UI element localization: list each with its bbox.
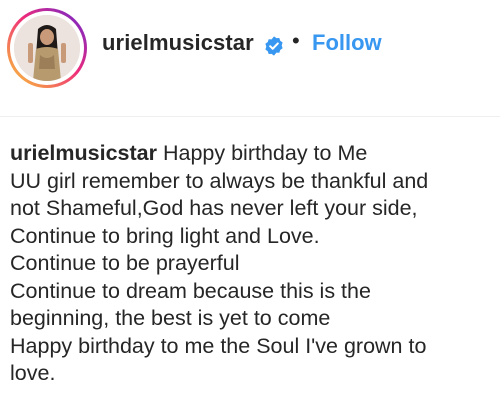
avatar-photo <box>14 15 80 81</box>
verified-badge-icon <box>263 35 285 57</box>
caption-line: urielmusicstar Happy birthday to Me <box>10 140 495 168</box>
caption-line: beginning, the best is yet to come <box>10 306 331 330</box>
caption-line: UU girl remember to always be thankful a… <box>10 168 429 193</box>
separator-dot: • <box>292 28 300 53</box>
header-divider <box>0 116 500 117</box>
avatar[interactable] <box>7 8 87 88</box>
username-link[interactable]: urielmusicstar <box>102 30 254 56</box>
caption-line: Continue to be prayerful <box>10 251 240 275</box>
avatar-person-image <box>14 15 80 81</box>
caption-text: Happy birthday to Me <box>162 141 368 165</box>
caption-line: Continue to bring light and Love. <box>10 223 320 248</box>
post-header: urielmusicstar • Follow <box>0 0 500 100</box>
caption-line: not Shameful,God has never left your sid… <box>10 196 418 220</box>
caption-line: love. <box>10 361 56 385</box>
avatar-border <box>10 11 84 85</box>
caption-line: Continue to dream because this is the <box>10 278 371 303</box>
caption-line: Happy birthday to me the Soul I've grown… <box>10 333 427 358</box>
post-caption: urielmusicstar Happy birthday to Me UU g… <box>10 140 495 388</box>
caption-author-link[interactable]: urielmusicstar <box>10 141 157 165</box>
follow-button[interactable]: Follow <box>312 30 382 56</box>
